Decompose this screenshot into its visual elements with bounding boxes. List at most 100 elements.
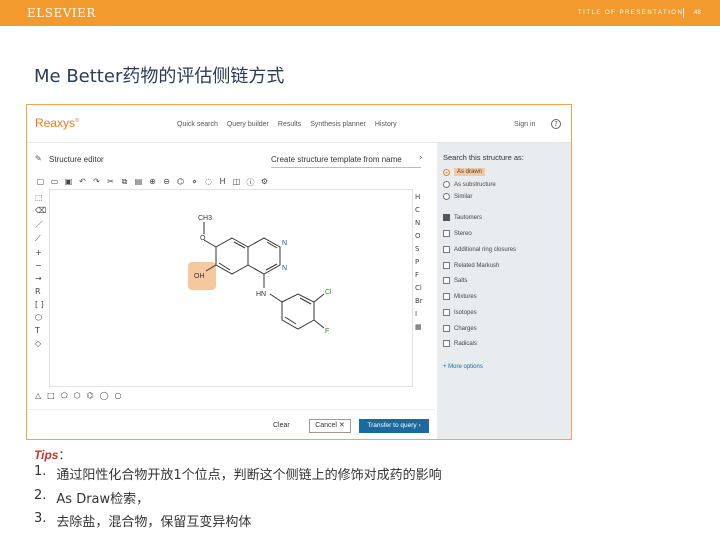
checkbox-tautomers[interactable] — [443, 214, 450, 221]
paste-icon[interactable]: ▤ — [133, 177, 144, 188]
option-radicals[interactable]: Radicals — [443, 340, 477, 347]
square-ring-icon[interactable]: □ — [47, 391, 55, 400]
option-label: Tautomers — [454, 214, 483, 221]
transfer-to-query-button[interactable]: Transfer to query › — [359, 419, 429, 433]
bond-tool-icon[interactable]: ／ — [35, 219, 47, 230]
structure-canvas[interactable]: CH3 O OH N N HN Cl F — [49, 189, 413, 387]
pentagon-ring-icon[interactable]: ⬠ — [61, 391, 68, 400]
triangle-ring-icon[interactable]: △ — [35, 391, 41, 400]
option-isotopes[interactable]: Isotopes — [443, 309, 477, 316]
atom-s-button[interactable]: S — [415, 245, 425, 253]
atom-p-button[interactable]: P — [415, 258, 425, 266]
reaxys-screenshot: Reaxys® Quick search Query builder Resul… — [26, 104, 572, 440]
cut-icon[interactable]: ✂ — [105, 177, 116, 188]
option-related-markush[interactable]: Related Markush — [443, 262, 499, 269]
checkbox-isotopes[interactable] — [443, 309, 450, 316]
option-as-drawn[interactable]: As drawn — [443, 168, 486, 176]
atom-f-button[interactable]: F — [415, 271, 425, 279]
option-tautomers[interactable]: Tautomers — [443, 214, 482, 221]
atom-n-button[interactable]: N — [415, 219, 425, 227]
nav-quick-search[interactable]: Quick search — [177, 121, 218, 128]
option-as-substructure[interactable]: As substructure — [443, 181, 496, 188]
option-label: Stereo — [454, 230, 472, 237]
chevron-right-icon[interactable]: › — [419, 153, 423, 163]
charge-plus-icon[interactable]: + — [35, 248, 47, 257]
help-icon[interactable]: ? — [551, 119, 561, 129]
select-tool-icon[interactable]: ⬚ — [35, 193, 47, 202]
sgroup-icon[interactable]: [ ] — [35, 300, 47, 309]
checkbox-additional-ring-closures[interactable] — [443, 246, 450, 253]
redo-icon[interactable]: ↷ — [91, 177, 102, 188]
bottom-shape-palette: △ □ ⬠ ⬡ ⌬ ◯ ○ — [35, 391, 122, 400]
checkbox-mixtures[interactable] — [443, 293, 450, 300]
settings-icon[interactable]: ⚙ — [259, 177, 270, 188]
header-bar: ELSEVIER TITLE OF PRESENTATION 48 — [0, 0, 720, 26]
option-mixtures[interactable]: Mixtures — [443, 293, 477, 300]
atom-c-button[interactable]: C — [415, 206, 425, 214]
radio-as-substructure[interactable] — [443, 181, 450, 188]
3d-icon[interactable]: ◫ — [231, 177, 242, 188]
save-icon[interactable]: ▣ — [63, 177, 74, 188]
checkbox-stereo[interactable] — [443, 230, 450, 237]
atom-o-button[interactable]: O — [415, 232, 425, 240]
open-folder-icon[interactable]: ▭ — [49, 177, 60, 188]
option-stereo[interactable]: Stereo — [443, 230, 472, 237]
main-nav: Quick search Query builder Results Synth… — [177, 121, 397, 128]
atom-br-button[interactable]: Br — [415, 297, 425, 305]
radio-similar[interactable] — [443, 193, 450, 200]
info-icon[interactable]: ⓘ — [245, 177, 256, 188]
sign-in-link[interactable]: Sign in — [514, 121, 535, 128]
shape-tool-icon[interactable]: ◇ — [35, 339, 47, 348]
zoom-out-icon[interactable]: ⊖ — [161, 177, 172, 188]
layout-icon[interactable]: ⌬ — [175, 177, 186, 188]
radio-as-drawn[interactable] — [443, 168, 450, 176]
page-number: 48 — [694, 10, 701, 16]
new-file-icon[interactable]: ▢ — [35, 177, 46, 188]
atom-h-button[interactable]: H — [415, 193, 425, 201]
template-icon[interactable]: ⬡ — [35, 313, 47, 322]
copy-icon[interactable]: ⧉ — [119, 177, 130, 188]
heptagon-ring-icon[interactable]: ◯ — [100, 391, 109, 400]
atom-cl-button[interactable]: Cl — [415, 284, 425, 292]
elsevier-logo: ELSEVIER — [27, 6, 96, 20]
clean-icon[interactable]: ⋄ — [189, 177, 200, 188]
zoom-in-icon[interactable]: ⊕ — [147, 177, 158, 188]
more-options-link[interactable]: + More options — [443, 364, 483, 370]
clear-button[interactable]: Clear — [273, 422, 290, 429]
periodic-table-icon[interactable]: ▦ — [415, 323, 425, 331]
octagon-ring-icon[interactable]: ○ — [115, 391, 122, 400]
option-label: Salts — [454, 277, 468, 284]
cancel-button[interactable]: Cancel ✕ — [309, 419, 351, 433]
nav-history[interactable]: History — [375, 121, 397, 128]
rgroup-icon[interactable]: R — [35, 287, 47, 296]
template-from-name-input[interactable]: Create structure template from name — [271, 155, 402, 164]
option-charges[interactable]: Charges — [443, 325, 477, 332]
atom-i-button[interactable]: I — [415, 310, 425, 318]
option-additional-ring-closures[interactable]: Additional ring closures — [443, 246, 516, 253]
nav-synthesis-planner[interactable]: Synthesis planner — [310, 121, 366, 128]
checkbox-charges[interactable] — [443, 325, 450, 332]
reaction-arrow-icon[interactable]: → — [35, 274, 47, 283]
tip-item: 2. As Draw检索， — [34, 488, 149, 507]
charge-minus-icon[interactable]: − — [35, 261, 47, 270]
chain-tool-icon[interactable]: ⟋ — [35, 234, 47, 244]
nav-query-builder[interactable]: Query builder — [227, 121, 269, 128]
hydrogens-icon[interactable]: H — [217, 177, 228, 188]
bonds — [203, 222, 325, 330]
option-similar[interactable]: Similar — [443, 193, 472, 200]
checkbox-radicals[interactable] — [443, 340, 450, 347]
eraser-icon[interactable]: ⌫ — [35, 206, 47, 215]
tip-text: As Draw检索， — [56, 492, 150, 507]
tip-item: 3. 去除盐，混合物，保留互变异构体 — [34, 511, 251, 530]
option-salts[interactable]: Salts — [443, 277, 467, 284]
reaxys-logo[interactable]: Reaxys® — [35, 116, 79, 130]
text-tool-icon[interactable]: T — [35, 326, 47, 335]
undo-icon[interactable]: ↶ — [77, 177, 88, 188]
editor-toolbar: ▢ ▭ ▣ ↶ ↷ ✂ ⧉ ▤ ⊕ ⊖ ⌬ ⋄ ◌ H ◫ ⓘ ⚙ — [35, 177, 270, 188]
hexagon-ring-icon[interactable]: ⬡ — [74, 391, 81, 400]
checkbox-related-markush[interactable] — [443, 262, 450, 269]
benzene-ring-icon[interactable]: ⌬ — [87, 391, 94, 400]
aromatize-icon[interactable]: ◌ — [203, 177, 214, 188]
nav-results[interactable]: Results — [278, 121, 301, 128]
checkbox-salts[interactable] — [443, 277, 450, 284]
